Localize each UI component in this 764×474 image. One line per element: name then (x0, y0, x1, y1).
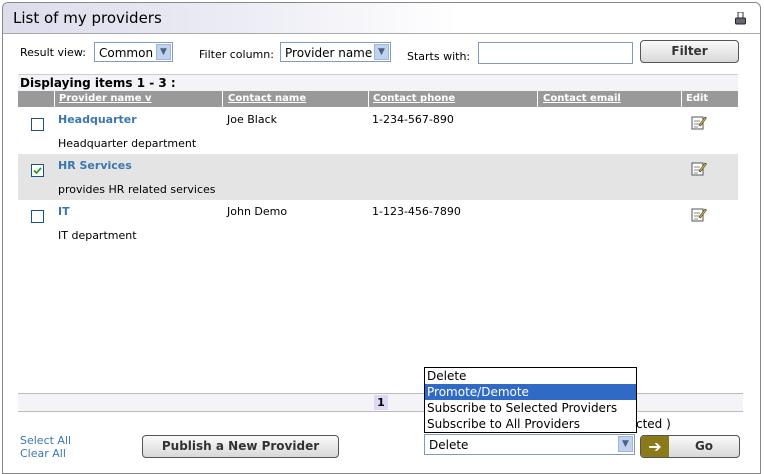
table-row: IT John Demo 1-123-456-7890 IT departmen… (18, 200, 738, 246)
row-checkbox-checked[interactable] (31, 164, 44, 177)
option-subscribe-all[interactable]: Subscribe to All Providers (425, 416, 636, 432)
edit-icon[interactable] (691, 114, 707, 130)
column-edit: Edit (686, 93, 709, 104)
provider-description: Headquarter department (58, 137, 197, 150)
starts-with-input[interactable] (478, 42, 633, 64)
provider-description: provides HR related services (58, 183, 216, 196)
edit-icon[interactable] (691, 160, 707, 176)
filter-column-select[interactable]: Provider name ▼ (280, 42, 391, 62)
print-icon[interactable] (735, 12, 746, 25)
contact-phone: 1-123-456-7890 (372, 205, 461, 218)
contact-name: John Demo (227, 205, 288, 218)
selected-hint: cted ) (636, 417, 671, 431)
table-row: Headquarter Joe Black 1-234-567-890 Head… (18, 108, 738, 154)
column-contact-phone[interactable]: Contact phone (373, 93, 455, 104)
go-button[interactable]: ➔ Go (640, 435, 740, 458)
provider-description: IT department (58, 229, 137, 242)
go-label: Go (694, 439, 714, 453)
window-title: List of my providers (13, 9, 162, 27)
clear-all-link[interactable]: Clear All (20, 447, 66, 460)
table-row: HR Services provides HR related services (18, 154, 738, 200)
starts-with-label: Starts with: (407, 50, 471, 63)
select-all-link[interactable]: Select All (20, 434, 71, 447)
display-info: Displaying items 1 - 3 : (18, 75, 738, 91)
column-contact-email[interactable]: Contact email (543, 93, 621, 104)
chevron-down-icon: ▼ (618, 436, 633, 452)
filter-button[interactable]: Filter (640, 40, 739, 63)
provider-name-link[interactable]: HR Services (58, 159, 132, 172)
page-1[interactable]: 1 (374, 395, 388, 410)
result-view-value: Common (99, 46, 154, 60)
result-view-select[interactable]: Common ▼ (94, 42, 173, 62)
row-checkbox[interactable] (31, 118, 44, 131)
sort-desc-icon: v (144, 93, 152, 104)
column-contact-name[interactable]: Contact name (228, 93, 306, 104)
provider-name-link[interactable]: Headquarter (58, 113, 137, 126)
contact-phone: 1-234-567-890 (372, 113, 454, 126)
row-checkbox[interactable] (31, 210, 44, 223)
chevron-down-icon: ▼ (156, 44, 171, 60)
option-subscribe-selected[interactable]: Subscribe to Selected Providers (425, 400, 636, 416)
filter-column-value: Provider name (285, 46, 373, 60)
filter-column-label: Filter column: (199, 48, 274, 61)
edit-icon[interactable] (691, 206, 707, 222)
title-bar: List of my providers (3, 3, 760, 34)
arrow-right-icon: ➔ (641, 436, 669, 457)
chevron-down-icon: ▼ (374, 44, 389, 60)
action-dropdown-list: Delete Promote/Demote Subscribe to Selec… (424, 367, 637, 433)
column-provider-name[interactable]: Provider name v (59, 93, 152, 104)
contact-name: Joe Black (227, 113, 277, 126)
provider-name-link[interactable]: IT (58, 205, 70, 218)
result-view-label: Result view: (20, 46, 86, 59)
action-value: Delete (429, 438, 469, 452)
table-header: Provider name v Contact name Contact pho… (18, 91, 738, 107)
publish-new-provider-button[interactable]: Publish a New Provider (142, 435, 339, 458)
option-delete[interactable]: Delete (425, 368, 636, 384)
column-label: Provider name (59, 93, 142, 104)
action-select[interactable]: Delete ▼ (424, 434, 635, 455)
option-promote-demote[interactable]: Promote/Demote (425, 384, 636, 400)
